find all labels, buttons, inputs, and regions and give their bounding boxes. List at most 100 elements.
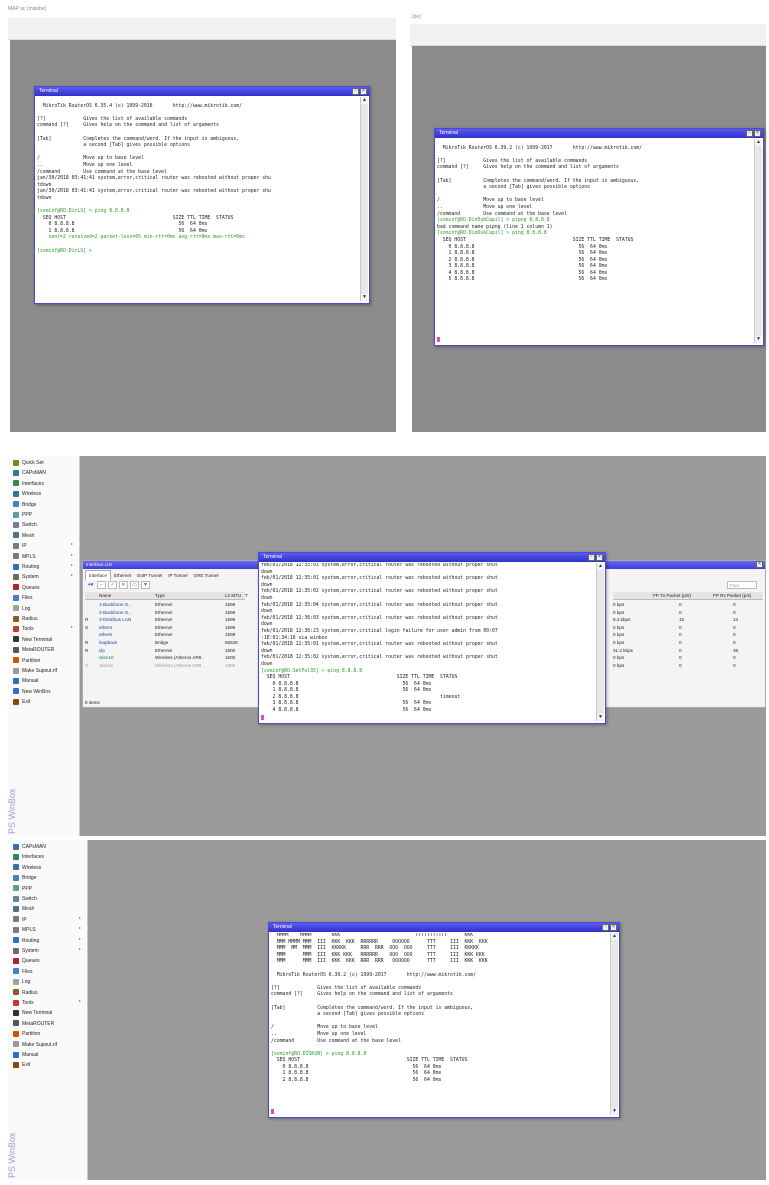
vertical-scrollbar[interactable]: ▲ ▼ <box>754 139 762 343</box>
sidebar-item-routing[interactable]: Routing <box>13 936 39 946</box>
sidebar-item-queues[interactable]: Queues <box>13 956 40 966</box>
vertical-scrollbar[interactable]: ▲ ▼ <box>360 97 368 301</box>
table-row[interactable]: 0 bps 0 0 <box>613 639 763 647</box>
sidebar-item-metarouter[interactable]: MetaROUTER <box>13 1019 54 1029</box>
tab-interface[interactable]: Interface <box>85 570 111 580</box>
terminal-output[interactable]: feb/01/2018 12:35:03 system,error,critic… <box>261 563 595 721</box>
terminal-window[interactable]: Terminal ▫ × MMMM MMMM KKK TTTTTTTTTTT K… <box>268 922 620 1118</box>
tab-gre-tunnel[interactable]: GRE Tunnel <box>191 571 222 580</box>
header-name[interactable]: Name <box>99 592 111 600</box>
table-row[interactable]: Rvlp Ethernet 1600 <box>85 647 247 655</box>
comment-button[interactable]: ▭ <box>130 581 139 589</box>
sidebar-item-bridge[interactable]: Bridge <box>13 873 36 883</box>
enable-button[interactable]: ✓ <box>108 581 117 589</box>
table-row[interactable]: 0 bps 0 0 <box>613 601 763 609</box>
table-row[interactable]: 31.2 kbps 0 36 <box>613 647 763 655</box>
sidebar-item-mesh[interactable]: Mesh <box>13 904 34 914</box>
sidebar-item-radius[interactable]: Radius <box>13 988 38 998</box>
terminal-output[interactable]: MMMM MMMM KKK TTTTTTTTTTT KKK MMM MMMM M… <box>271 933 609 1115</box>
terminal-output[interactable]: MikroTik RouterOS 6.39.2 (c) 1999-2017 h… <box>437 139 753 343</box>
sidebar-item-make-supout-rif[interactable]: Make Supout.rif <box>13 1040 57 1050</box>
sidebar-item-wireless[interactable]: Wireless <box>13 489 41 499</box>
close-button[interactable]: × <box>360 88 367 95</box>
close-button[interactable]: × <box>610 924 617 931</box>
header-fp-tx[interactable]: FP Tx Packet (p/s) <box>653 592 691 600</box>
header-l2mtu[interactable]: L2 MTU <box>225 592 241 600</box>
close-button[interactable]: × <box>756 561 763 568</box>
terminal-title-bar[interactable]: Terminal <box>35 87 369 96</box>
restore-button[interactable]: ▫ <box>746 130 753 137</box>
table-row[interactable]: 2-Backbone G.. Ethernet 1598 <box>85 609 247 617</box>
scroll-up-icon[interactable]: ▲ <box>361 97 368 104</box>
sidebar-item-interfaces[interactable]: Interfaces <box>13 852 44 862</box>
sidebar-item-files[interactable]: Files <box>13 967 33 977</box>
table-row[interactable]: wlan10 Wireless (Atheros AR9.. 1600 <box>85 654 247 662</box>
terminal-window[interactable]: Terminal ▫ × feb/01/2018 12:35:03 system… <box>258 552 606 724</box>
terminal-window[interactable]: Terminal ▫ × MikroTik RouterOS 6.35.4 (c… <box>34 86 370 304</box>
sidebar-item-manual[interactable]: Manual <box>13 1050 38 1060</box>
sidebar-item-partition[interactable]: Partition <box>13 1029 40 1039</box>
sidebar-item-tools[interactable]: Tools <box>13 998 34 1008</box>
sidebar-item-exit[interactable]: Exit <box>13 1060 30 1070</box>
restore-button[interactable]: ▫ <box>602 924 609 931</box>
sidebar-item-ip[interactable]: IP <box>13 541 27 551</box>
sidebar-item-new-winbox[interactable]: New WinBox <box>13 687 51 697</box>
scroll-up-icon[interactable]: ▲ <box>611 933 618 940</box>
table-row[interactable]: 0 bps 0 0 <box>613 624 763 632</box>
table-row[interactable]: 0 bps 0 0 <box>613 631 763 639</box>
table-row[interactable]: R 3-Distribus LAN Ethernet 1598 <box>85 616 247 624</box>
terminal-window[interactable]: Terminal ▫ × MikroTik RouterOS 6.39.2 (c… <box>434 128 764 346</box>
sidebar-item-ppp[interactable]: PPP <box>13 884 32 894</box>
add-button[interactable]: +▾ <box>86 582 95 590</box>
sidebar-item-manual[interactable]: Manual <box>13 676 38 686</box>
scroll-down-icon[interactable]: ▼ <box>611 1108 618 1115</box>
table-row[interactable]: 0 bps 0 0 <box>613 654 763 662</box>
terminal-output[interactable]: MikroTik RouterOS 6.35.4 (c) 1999-2016 h… <box>37 97 359 301</box>
terminal-title-bar[interactable]: Terminal <box>435 129 763 138</box>
vertical-scrollbar[interactable]: ▲ ▼ <box>596 563 604 721</box>
sidebar-item-log[interactable]: Log <box>13 977 30 987</box>
sidebar-item-switch[interactable]: Switch <box>13 894 37 904</box>
restore-button[interactable]: ▫ <box>588 554 595 561</box>
sidebar-item-ppp[interactable]: PPP <box>13 510 32 520</box>
sidebar-item-capsman[interactable]: CAPsMAN <box>13 842 46 852</box>
sidebar-item-log[interactable]: Log <box>13 604 30 614</box>
sidebar-item-new-terminal[interactable]: New Terminal <box>13 1008 52 1018</box>
sidebar-item-bridge[interactable]: Bridge <box>13 500 36 510</box>
sidebar-item-metarouter[interactable]: MetaROUTER <box>13 645 54 655</box>
sidebar-item-exit[interactable]: Exit <box>13 697 30 707</box>
sidebar-item-tools[interactable]: Tools <box>13 624 34 634</box>
scroll-down-icon[interactable]: ▼ <box>755 336 762 343</box>
table-row[interactable]: 1-Backbone G.. Ethernet 1598 <box>85 601 247 609</box>
sidebar-item-radius[interactable]: Radius <box>13 614 38 624</box>
table-row[interactable]: 8.2 kbps 15 14 <box>613 616 763 624</box>
sidebar-item-mpls[interactable]: MPLS <box>13 925 36 935</box>
remove-button[interactable]: − <box>97 581 106 589</box>
table-row[interactable]: ether5 Ethernet 1598 <box>85 631 247 639</box>
find-input[interactable]: Find <box>727 581 757 589</box>
tab-ip-tunnel[interactable]: IP Tunnel <box>165 571 190 580</box>
header-fp-rx[interactable]: FP Rx Packet (p/s) <box>713 592 751 600</box>
close-button[interactable]: × <box>754 130 761 137</box>
terminal-title-bar[interactable]: Terminal <box>269 923 619 932</box>
terminal-title-bar[interactable]: Terminal <box>259 553 605 562</box>
sidebar-item-files[interactable]: Files <box>13 593 33 603</box>
header-t[interactable]: T <box>245 592 248 600</box>
table-row[interactable]: Sether4 Ethernet 1598 <box>85 624 247 632</box>
tab-ethernet[interactable]: Ethernet <box>111 571 134 580</box>
sidebar-item-mpls[interactable]: MPLS <box>13 552 36 562</box>
scroll-down-icon[interactable]: ▼ <box>597 714 604 721</box>
scroll-down-icon[interactable]: ▼ <box>361 294 368 301</box>
table-row[interactable]: Xwlan11 Wireless (Atheros AR9.. 1600 <box>85 662 247 670</box>
sidebar-item-switch[interactable]: Switch <box>13 520 37 530</box>
sidebar-item-routing[interactable]: Routing <box>13 562 39 572</box>
sidebar-item-make-supout-rif[interactable]: Make Supout.rif <box>13 666 57 676</box>
restore-button[interactable]: ▫ <box>352 88 359 95</box>
vertical-scrollbar[interactable]: ▲ ▼ <box>610 933 618 1115</box>
sidebar-item-wireless[interactable]: Wireless <box>13 863 41 873</box>
table-row[interactable]: Rloopback Bridge 65535 <box>85 639 247 647</box>
sidebar-item-mesh[interactable]: Mesh <box>13 531 34 541</box>
sidebar-item-system[interactable]: System <box>13 946 39 956</box>
sidebar-item-system[interactable]: System <box>13 572 39 582</box>
scroll-up-icon[interactable]: ▲ <box>597 563 604 570</box>
